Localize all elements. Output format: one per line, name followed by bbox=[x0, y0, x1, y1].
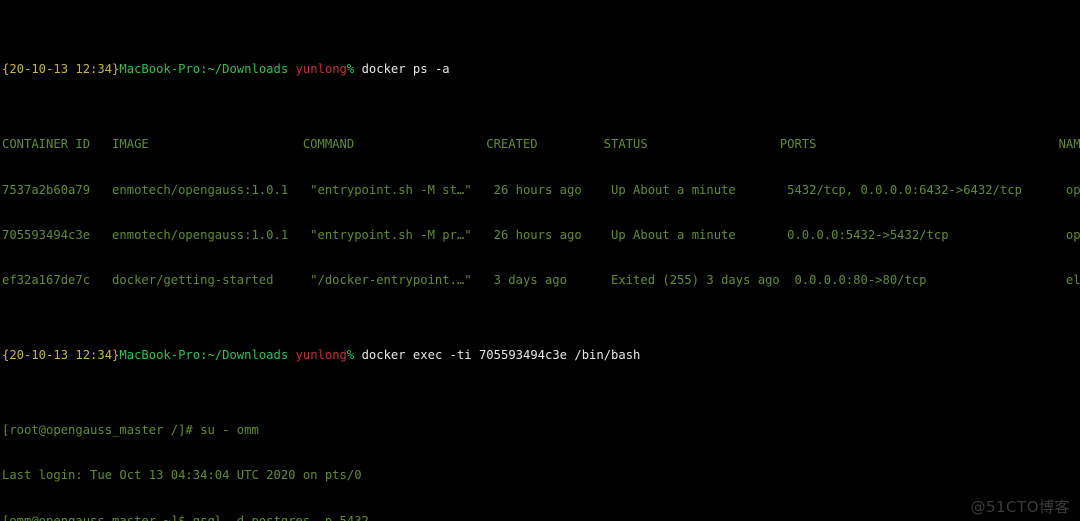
prompt-host-path: MacBook-Pro:~/Downloads bbox=[119, 62, 289, 77]
table-row: 705593494c3e enmotech/opengauss:1.0.1 "e… bbox=[2, 227, 1080, 242]
output-line-last-login: Last login: Tue Oct 13 04:34:04 UTC 2020… bbox=[2, 468, 362, 483]
prompt-host-path: MacBook-Pro:~/Downloads bbox=[119, 348, 289, 363]
docker-table-header: CONTAINER ID IMAGE COMMAND CREATED STATU… bbox=[2, 137, 1080, 152]
terminal-window[interactable]: {20-10-13 12:34}MacBook-Pro:~/Downloads … bbox=[0, 0, 1080, 521]
shell-prompt-line-1: {20-10-13 12:34}MacBook-Pro:~/Downloads … bbox=[2, 62, 1078, 77]
watermark-label: @51CTO博客 bbox=[970, 497, 1070, 516]
output-line-gsql-invoke: [omm@opengauss_master ~]$ gsql -d postgr… bbox=[2, 513, 369, 521]
prompt-timestamp: {20-10-13 12:34} bbox=[2, 62, 120, 77]
terminal-screen: {20-10-13 12:34}MacBook-Pro:~/Downloads … bbox=[2, 2, 1080, 521]
typed-command-docker-exec: docker exec -ti 705593494c3e /bin/bash bbox=[354, 348, 641, 363]
output-line-su: [root@opengauss_master /]# su - omm bbox=[2, 423, 259, 438]
table-row: ef32a167de7c docker/getting-started "/do… bbox=[2, 272, 1080, 287]
shell-prompt-line-2: {20-10-13 12:34}MacBook-Pro:~/Downloads … bbox=[2, 348, 1078, 363]
typed-command-docker-ps: docker ps -a bbox=[354, 62, 450, 77]
prompt-username: yunlong bbox=[295, 348, 347, 363]
prompt-username: yunlong bbox=[295, 62, 347, 77]
table-row: 7537a2b60a79 enmotech/opengauss:1.0.1 "e… bbox=[2, 182, 1080, 197]
prompt-timestamp: {20-10-13 12:34} bbox=[2, 348, 120, 363]
